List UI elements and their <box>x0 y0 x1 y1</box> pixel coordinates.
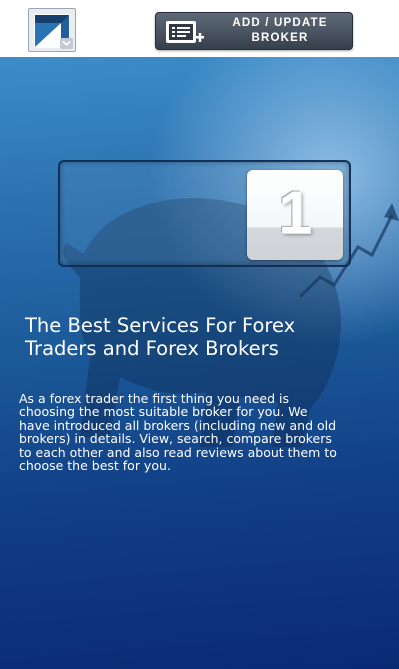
counter-digit: 1 <box>278 179 312 246</box>
top-bar: ADD / UPDATE BROKER <box>0 0 399 57</box>
headline-line: The Best Services For Forex <box>25 314 296 337</box>
description-line: As a forex trader the first thing you ne… <box>19 391 290 406</box>
description-line: choose the best for you. <box>19 458 171 474</box>
counter-tile: 1 <box>247 170 343 260</box>
description-line: brokers) in details. View, search, compa… <box>19 431 332 447</box>
chevron-down-icon <box>60 38 73 49</box>
description-line: have introduced all brokers (including n… <box>19 417 337 433</box>
add-update-broker-button[interactable]: ADD / UPDATE BROKER <box>155 12 353 50</box>
hero-description: As a forex trader the first thing you ne… <box>19 391 391 474</box>
hero-section: 1 The Best Services For Forex Traders an… <box>0 57 399 669</box>
broker-counter: 1 <box>58 160 351 267</box>
list-add-icon <box>166 21 204 43</box>
headline-line: Traders and Forex Brokers <box>25 337 279 360</box>
description-line: to each other and also read reviews abou… <box>19 444 337 460</box>
hero-headline: The Best Services For Forex Traders and … <box>25 314 385 360</box>
logo-menu-button[interactable] <box>28 8 76 52</box>
add-update-broker-label: ADD / UPDATE BROKER <box>232 17 328 44</box>
description-line: choosing the most suitable broker for yo… <box>19 404 308 420</box>
